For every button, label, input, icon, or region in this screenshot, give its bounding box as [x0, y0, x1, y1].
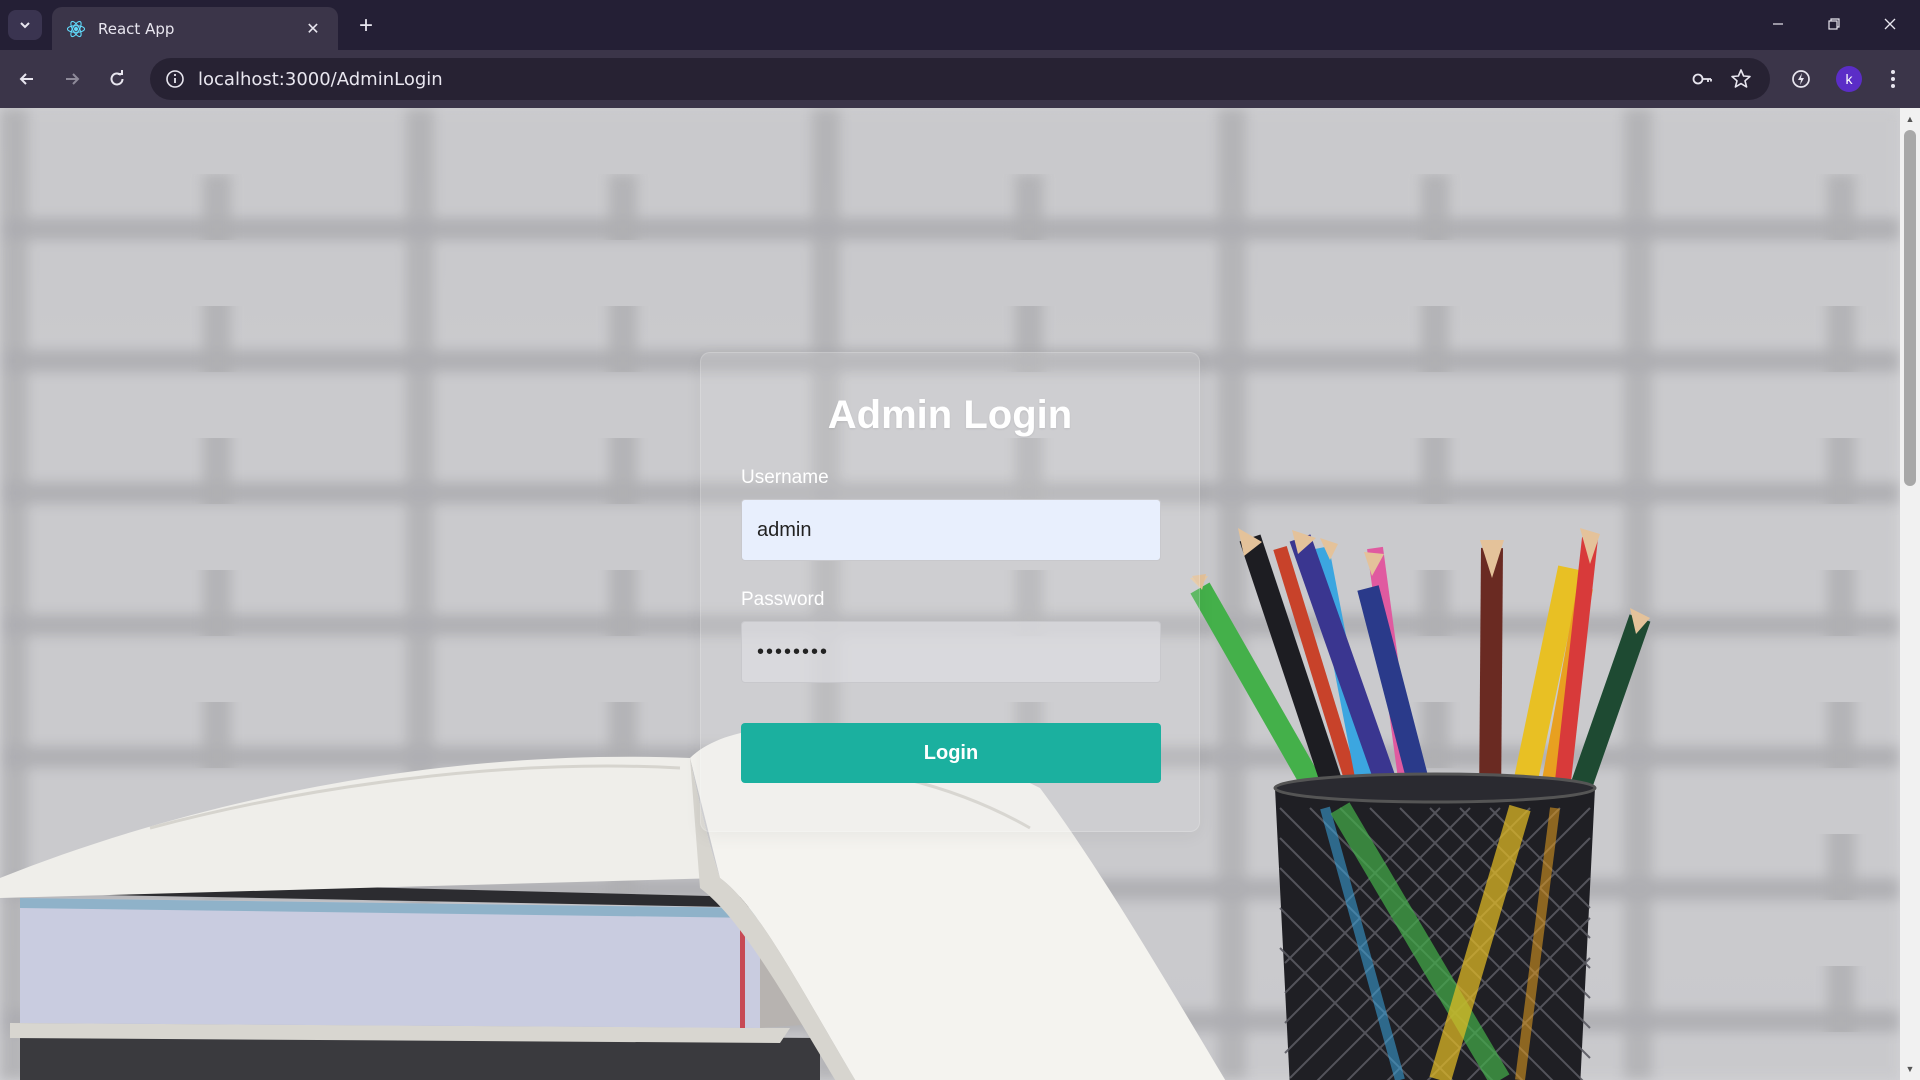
close-icon	[1884, 18, 1896, 30]
restore-icon	[1828, 18, 1840, 30]
reload-button[interactable]	[100, 62, 134, 96]
arrow-right-icon	[66, 73, 80, 85]
key-icon	[1692, 73, 1712, 85]
close-window-button[interactable]	[1862, 0, 1918, 48]
browser-toolbar: localhost:3000/AdminLogin k	[0, 50, 1920, 108]
url-text: localhost:3000/AdminLogin	[198, 68, 443, 90]
tab-title: React App	[98, 19, 175, 38]
menu-button[interactable]	[1876, 62, 1910, 96]
scroll-up-icon[interactable]: ▲	[1900, 110, 1920, 128]
login-card: Admin Login Username Password Login	[700, 352, 1200, 832]
password-key-button[interactable]	[1690, 58, 1714, 100]
minimize-icon	[1773, 23, 1783, 25]
new-tab-button[interactable]: +	[352, 12, 380, 40]
password-label: Password	[741, 589, 825, 610]
close-tab-icon[interactable]: ✕	[302, 18, 324, 40]
back-button[interactable]	[10, 62, 44, 96]
scroll-down-icon[interactable]: ▼	[1900, 1060, 1920, 1078]
star-icon	[1731, 69, 1751, 88]
profile-avatar[interactable]: k	[1836, 66, 1862, 92]
page-viewport: Admin Login Username Password Login	[0, 108, 1900, 1080]
more-vertical-icon	[1891, 70, 1895, 88]
extension-icon	[1792, 70, 1810, 88]
browser-titlebar: React App ✕ +	[0, 0, 1920, 50]
forward-button[interactable]	[55, 62, 89, 96]
password-input[interactable]	[741, 621, 1161, 683]
reload-icon	[110, 70, 124, 86]
username-label: Username	[741, 467, 829, 488]
page-scrollbar[interactable]: ▲ ▼	[1900, 108, 1920, 1080]
info-icon[interactable]	[164, 68, 186, 90]
address-bar[interactable]: localhost:3000/AdminLogin	[150, 58, 1770, 100]
arrow-left-icon	[19, 73, 33, 85]
bookmark-button[interactable]	[1730, 58, 1752, 100]
scroll-thumb[interactable]	[1904, 130, 1916, 486]
extensions-button[interactable]	[1784, 62, 1818, 96]
username-input[interactable]	[741, 499, 1161, 561]
pencil-holder	[1190, 528, 1651, 1080]
minimize-button[interactable]	[1750, 0, 1806, 48]
restore-button[interactable]	[1806, 0, 1862, 48]
react-icon	[66, 20, 86, 37]
chevron-down-icon	[20, 22, 30, 29]
page-title: Admin Login	[827, 393, 1073, 437]
login-button[interactable]: Login	[741, 723, 1161, 783]
tab-search-button[interactable]	[8, 10, 42, 40]
browser-tab[interactable]: React App ✕	[52, 7, 338, 50]
